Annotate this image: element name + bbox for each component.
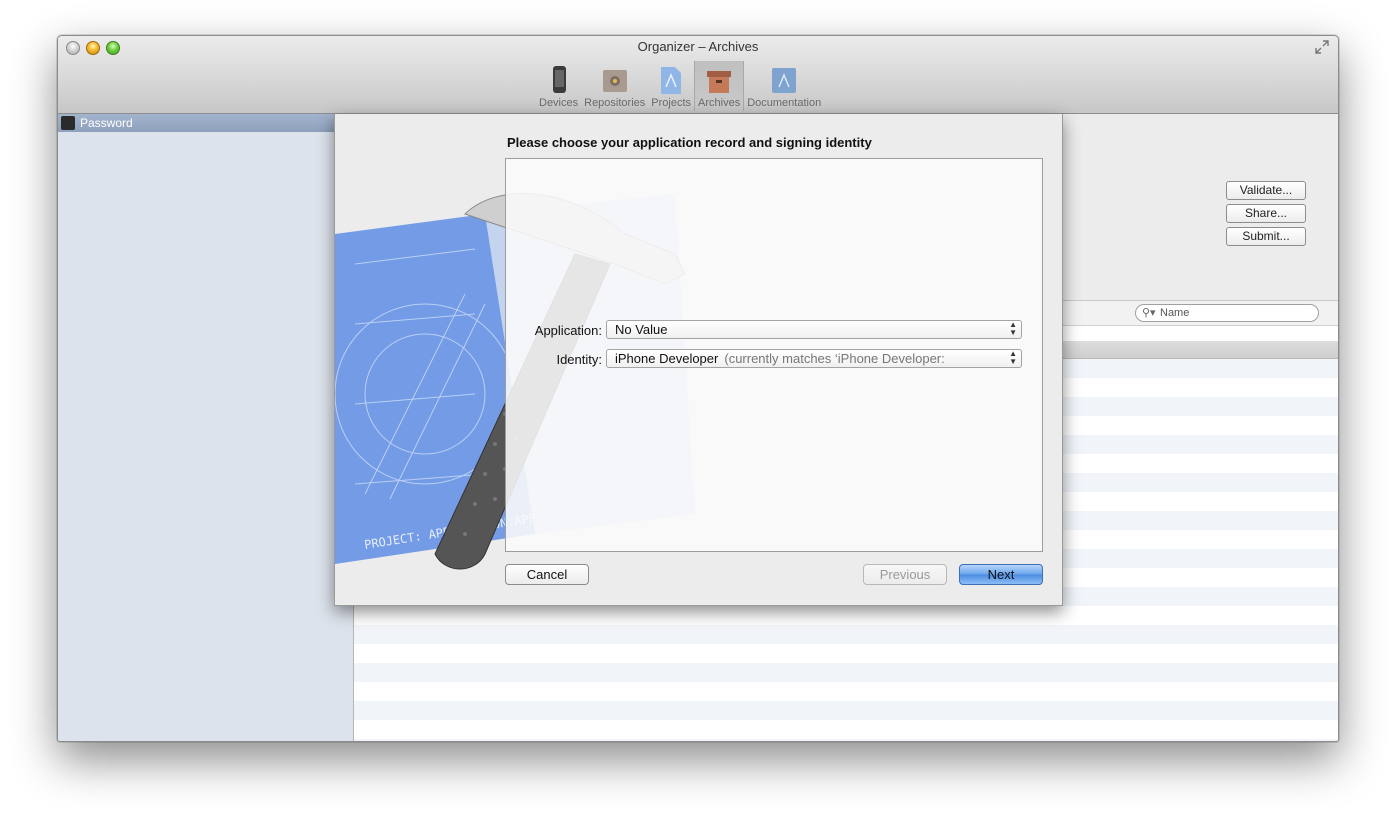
toolbar-projects[interactable]: Projects [648,61,694,111]
toolbar-archives[interactable]: Archives [694,61,745,111]
identity-label: Identity: [556,352,602,367]
application-value: No Value [615,322,668,337]
identity-value-group: iPhone Developer (currently matches ‘iPho… [615,350,945,367]
organizer-window: Organizer – Archives Devices Repositorie… [57,35,1339,742]
search-placeholder: Name [1160,307,1190,319]
identity-popup[interactable]: iPhone Developer (currently matches ‘iPho… [606,349,1022,368]
toolbar-label: Projects [651,97,692,109]
identity-value: iPhone Developer [615,351,719,366]
signing-options-box: Application: No Value ▲ ▼ Identity: iPhon… [505,158,1043,552]
toolbar-devices[interactable]: Devices [536,61,581,111]
app-icon [61,116,75,130]
previous-button[interactable]: Previous [863,564,947,585]
cancel-button[interactable]: Cancel [505,564,589,585]
search-input[interactable]: ⚲▾ Name [1135,304,1319,322]
validate-button[interactable]: Validate... [1226,181,1306,200]
toolbar-label: Repositories [584,97,646,109]
archives-icon [707,71,732,93]
fullscreen-icon[interactable] [1315,40,1329,54]
sheet-heading: Please choose your application record an… [507,135,872,150]
submit-button[interactable]: Submit... [1226,227,1306,246]
share-button[interactable]: Share... [1226,204,1306,223]
next-button[interactable]: Next [959,564,1043,585]
device-icon [552,66,566,93]
application-popup[interactable]: No Value ▲ ▼ [606,320,1022,339]
toolbar: Devices Repositories Projects Archives D… [536,61,824,111]
toolbar-documentation[interactable]: Documentation [744,61,824,111]
projects-icon [661,67,682,94]
toolbar-label: Archives [698,97,741,109]
documentation-icon [772,68,797,93]
toolbar-label: Devices [539,97,579,109]
distribution-sheet: PROJECT: APPLICATION.APP Please choose y… [334,114,1063,606]
sidebar-item-password[interactable]: Password [58,114,334,132]
repositories-icon [602,70,627,92]
application-label: Application: [534,323,602,338]
title-bar: Organizer – Archives Devices Repositorie… [58,36,1338,114]
window-title: Organizer – Archives [637,39,759,54]
identity-hint: (currently matches ‘iPhone Developer: [724,351,945,366]
popup-arrows-icon: ▲ ▼ [1009,349,1017,366]
sidebar-item-label: Password [80,116,133,130]
popup-arrows-icon: ▲ ▼ [1009,320,1017,337]
sidebar: Password [58,114,354,741]
toolbar-label: Documentation [747,97,822,109]
search-icon: ⚲▾ [1142,307,1156,319]
toolbar-repositories[interactable]: Repositories [581,61,648,111]
